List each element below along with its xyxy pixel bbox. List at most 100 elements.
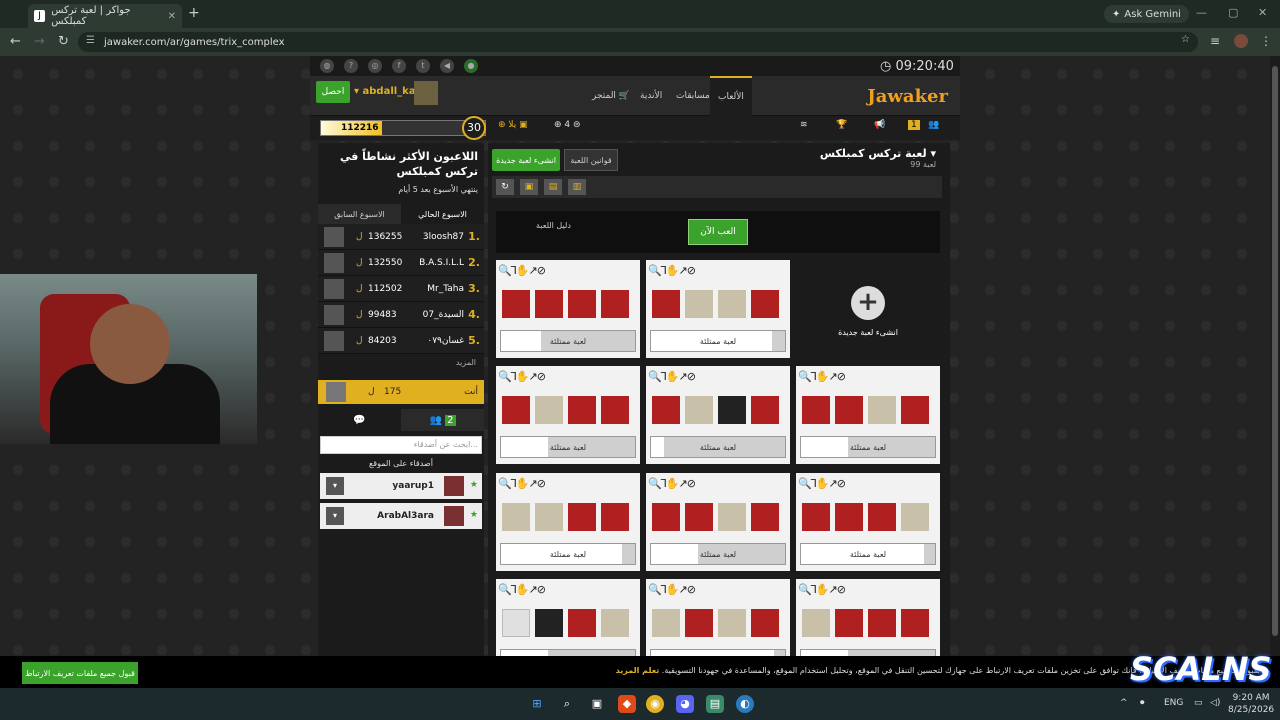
player-seat[interactable] — [535, 503, 563, 531]
table-status[interactable]: لعبة ممتلئة — [500, 436, 636, 458]
browser-tab[interactable]: J جواكر | لعبة تركس كمبلكس ✕ — [28, 4, 182, 28]
player-seat[interactable] — [652, 396, 680, 424]
game-table-card[interactable]: 🔍Ꞁ✋↗⊘ لعبة ممتلئة — [496, 260, 640, 358]
nav-games[interactable]: الألعاب — [710, 76, 752, 116]
app-icon-2[interactable]: ◐ — [736, 695, 754, 713]
table-status[interactable]: لعبة ممتلئة — [650, 436, 786, 458]
site-info-icon[interactable]: ☰ — [86, 35, 95, 46]
maximize-icon[interactable]: ▢ — [1228, 6, 1238, 19]
nav-competitions[interactable]: مسابقات — [676, 76, 710, 116]
table-status[interactable]: لعبة ممتلئة — [650, 543, 786, 565]
reading-list-icon[interactable]: ≡ — [1210, 34, 1220, 48]
twitter-icon[interactable]: t — [416, 59, 430, 73]
player-seat[interactable] — [685, 396, 713, 424]
player-seat[interactable] — [718, 290, 746, 318]
jawaker-logo[interactable]: Jawaker — [867, 86, 948, 107]
game-table-card[interactable]: 🔍Ꞁ✋↗⊘ لعبة ممتلئة — [796, 473, 940, 571]
login-button[interactable]: احصل — [316, 81, 350, 103]
taskbar-clock[interactable]: 9:20 AM 8/25/2026 — [1228, 692, 1274, 716]
username-dropdown[interactable]: ▾ abdall_kal — [354, 86, 419, 97]
filter-icon-3[interactable]: ▥ — [568, 179, 586, 195]
player-seat[interactable] — [901, 503, 929, 531]
player-seat[interactable] — [751, 290, 779, 318]
player-seat[interactable] — [601, 290, 629, 318]
leaderboard-row[interactable]: 3. Mr_Taha ل 112502 — [318, 276, 484, 302]
page-scrollbar[interactable] — [1270, 56, 1280, 656]
player-seat[interactable] — [802, 609, 830, 637]
friends-tab[interactable]: 👥 2 — [401, 409, 484, 431]
player-seat[interactable] — [568, 290, 596, 318]
game-table-card[interactable]: 🔍Ꞁ✋↗⊘ لعبة ممتلئة — [646, 366, 790, 464]
player-seat[interactable] — [601, 503, 629, 531]
game-table-card[interactable]: 🔍Ꞁ✋↗⊘ لعبة ممتلئة — [796, 579, 940, 656]
browser-menu-icon[interactable]: ⋮ — [1260, 34, 1272, 48]
player-seat[interactable] — [685, 503, 713, 531]
game-table-card[interactable]: 🔍Ꞁ✋↗⊘ لعبة ممتلئة — [646, 579, 790, 656]
player-seat[interactable] — [601, 396, 629, 424]
trophy-icon[interactable]: 🏆 — [836, 120, 847, 130]
player-seat[interactable] — [652, 290, 680, 318]
player-seat[interactable] — [835, 609, 863, 637]
chat-tab[interactable]: 💬 — [318, 409, 401, 431]
player-seat[interactable] — [502, 609, 530, 637]
player-seat[interactable] — [868, 396, 896, 424]
player-seat[interactable] — [835, 503, 863, 531]
user-avatar[interactable] — [414, 81, 438, 105]
learn-more-link[interactable]: تعلم المزيد — [616, 666, 660, 675]
nav-store[interactable]: المتجر 🛒 — [592, 76, 630, 116]
facebook-icon[interactable]: f — [392, 59, 406, 73]
ask-gemini-button[interactable]: ✦ Ask Gemini — [1104, 5, 1189, 23]
player-seat[interactable] — [652, 503, 680, 531]
player-seat[interactable] — [901, 396, 929, 424]
table-status[interactable]: لعبة ممتلئة — [650, 330, 786, 352]
friend-row[interactable]: ▾ ArabAl3ara ★ — [320, 503, 482, 529]
megaphone-icon[interactable]: 📢 — [874, 120, 885, 130]
player-seat[interactable] — [751, 396, 779, 424]
player-seat[interactable] — [868, 609, 896, 637]
language-indicator[interactable]: ENG — [1164, 698, 1183, 708]
language-globe-icon[interactable]: ◍ — [320, 59, 334, 73]
player-seat[interactable] — [568, 396, 596, 424]
reload-icon[interactable]: ↻ — [58, 34, 69, 49]
game-table-card[interactable]: 🔍Ꞁ✋↗⊘ لعبة ممتلئة — [796, 366, 940, 464]
controller-icon[interactable]: ● — [464, 59, 478, 73]
player-seat[interactable] — [502, 503, 530, 531]
player-seat[interactable] — [802, 396, 830, 424]
table-status[interactable]: لعبة ممتلئة — [500, 649, 636, 656]
forward-icon[interactable]: → — [34, 34, 45, 49]
volume-icon[interactable]: ◁) — [1210, 698, 1220, 708]
instagram-icon[interactable]: ◎ — [368, 59, 382, 73]
game-table-card[interactable]: 🔍Ꞁ✋↗⊘ لعبة ممتلئة — [496, 473, 640, 571]
help-icon[interactable]: ? — [344, 59, 358, 73]
close-window-icon[interactable]: ✕ — [1258, 6, 1267, 19]
player-seat[interactable] — [751, 503, 779, 531]
create-game-button[interactable]: انشىء لعبة جديدة — [492, 149, 560, 171]
player-seat[interactable] — [652, 609, 680, 637]
chrome-icon[interactable]: ◉ — [646, 695, 664, 713]
accept-cookies-button[interactable]: قبول جميع ملفات تعريف الارتباط — [22, 662, 138, 684]
discord-icon[interactable]: ◕ — [676, 695, 694, 713]
mic-icon[interactable]: ⏺ — [1140, 698, 1145, 708]
player-seat[interactable] — [535, 290, 563, 318]
player-seat[interactable] — [868, 503, 896, 531]
friends-group-icon[interactable]: 👥 — [928, 120, 939, 130]
player-seat[interactable] — [568, 609, 596, 637]
player-seat[interactable] — [535, 609, 563, 637]
table-status[interactable]: لعبة ممتلئة — [500, 330, 636, 352]
rss-icon[interactable]: ≋ — [800, 120, 808, 130]
game-table-card[interactable]: 🔍Ꞁ✋↗⊘ لعبة ممتلئة — [496, 579, 640, 656]
tab-previous-week[interactable]: الاسبوع السابق — [318, 204, 401, 224]
player-seat[interactable] — [502, 290, 530, 318]
friend-row[interactable]: ▾ yaarup1 ★ — [320, 473, 482, 499]
player-seat[interactable] — [685, 609, 713, 637]
tray-chevron-icon[interactable]: ^ — [1120, 698, 1128, 708]
player-seat[interactable] — [535, 396, 563, 424]
table-status[interactable]: لعبة ممتلئة — [500, 543, 636, 565]
play-now-button[interactable]: العب الآن — [688, 219, 748, 245]
brave-icon[interactable]: ◆ — [618, 695, 636, 713]
player-seat[interactable] — [751, 609, 779, 637]
tokens-item[interactable]: ⊕ 4 ⊜ — [554, 120, 581, 130]
filter-icon-2[interactable]: ▤ — [544, 179, 562, 195]
address-bar[interactable]: ☰ jawaker.com/ar/games/trix_complex ☆ — [78, 32, 1198, 52]
player-seat[interactable] — [568, 503, 596, 531]
